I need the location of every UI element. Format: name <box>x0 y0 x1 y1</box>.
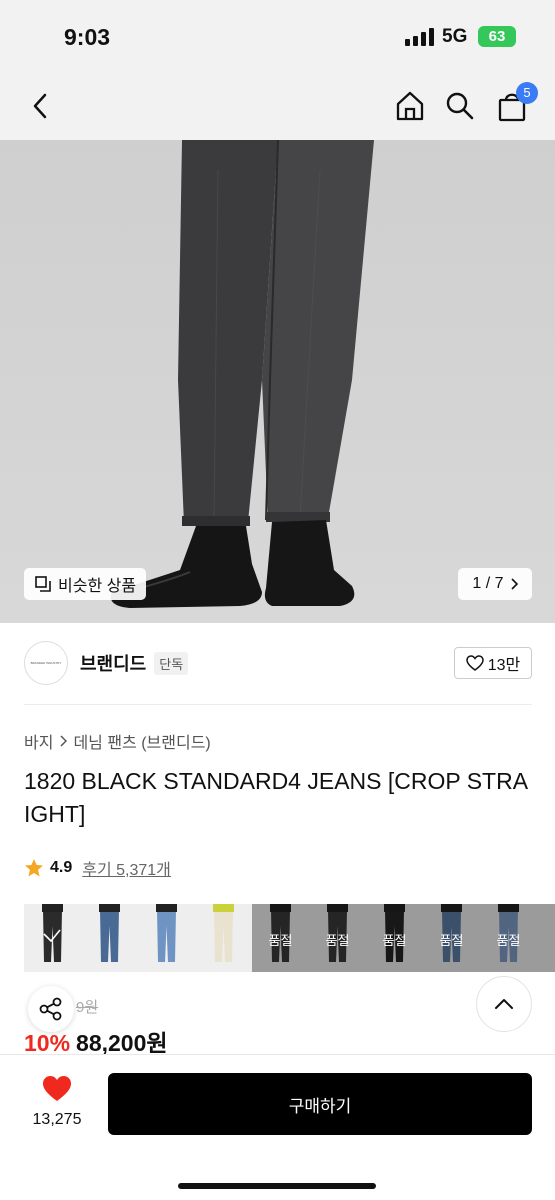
sale-price: 88,200원 <box>76 1030 168 1056</box>
exclusive-badge: 단독 <box>154 651 189 675</box>
price-area: 9원 10% 88,200원 <box>24 976 532 1056</box>
search-button[interactable] <box>440 86 480 126</box>
breadcrumb: 바지 데님 팬츠 (브랜디드) <box>24 729 211 753</box>
wishlist-count: 13,275 <box>32 1111 82 1128</box>
cart-button[interactable]: 5 <box>492 82 538 126</box>
soldout-label: 품절 <box>496 933 521 948</box>
soldout-label: 품절 <box>325 933 350 948</box>
color-variant-thumb[interactable] <box>81 904 138 972</box>
soldout-label: 품절 <box>439 933 464 948</box>
image-pager-count: 1 / 7 <box>472 575 504 592</box>
variant-photo <box>195 904 252 972</box>
product-title: 1820 BLACK STANDARD4 JEANS [CROP STRAIGH… <box>24 768 529 827</box>
search-icon <box>446 92 474 120</box>
battery-level: 63 <box>488 28 506 45</box>
discount-rate: 10% <box>24 1030 71 1056</box>
brand-logo-text: BRANDED INDUSTRY <box>30 661 62 665</box>
buy-button-label: 구매하기 <box>288 1096 352 1116</box>
product-photo-jeans <box>0 140 555 623</box>
color-variant-thumb[interactable]: 품절 <box>252 904 309 972</box>
check-icon <box>43 929 61 943</box>
soldout-label: 품절 <box>382 933 407 948</box>
share-icon <box>39 997 62 1021</box>
variant-photo <box>81 904 138 972</box>
home-icon <box>396 91 424 121</box>
similar-products-label: 비슷한 상품 <box>58 578 137 595</box>
soldout-label: 품 <box>537 930 555 949</box>
divider <box>24 704 532 705</box>
cellular-signal-icon <box>405 28 435 46</box>
network-type: 5G <box>442 26 468 47</box>
product-image-carousel[interactable]: 비슷한 상품 1 / 7 <box>0 140 555 623</box>
heart-outline-icon <box>465 655 484 671</box>
color-variant-thumb[interactable]: 품절 <box>423 904 480 972</box>
chevron-right-icon <box>60 735 68 747</box>
scroll-to-top-button[interactable] <box>476 976 532 1032</box>
similar-items-icon <box>35 576 51 592</box>
brand-logo[interactable]: BRANDED INDUSTRY <box>24 641 68 685</box>
color-variant-list: 품절 품절 품절 품절 품절 품 <box>24 904 555 972</box>
color-variant-thumb[interactable] <box>138 904 195 972</box>
sale-price-row: 10% 88,200원 <box>24 1024 168 1058</box>
breadcrumb-subcategory[interactable]: 데님 팬츠 (브랜디드) <box>73 729 210 753</box>
brand-row[interactable]: BRANDED INDUSTRY 브랜디드 단독 13만 <box>24 640 532 686</box>
rating-value: 4.9 <box>50 859 73 876</box>
back-button[interactable] <box>20 86 60 126</box>
home-indicator <box>178 1183 376 1189</box>
top-nav-bar: 5 <box>0 72 555 140</box>
home-button[interactable] <box>390 86 430 126</box>
original-price: 9원 <box>76 999 99 1016</box>
battery-icon: 63 <box>478 26 516 47</box>
bottom-action-bar: 13,275 구매하기 <box>0 1054 555 1200</box>
wishlist-button[interactable]: 13,275 <box>26 1075 88 1129</box>
chevron-right-icon <box>510 578 518 590</box>
star-icon <box>25 859 43 877</box>
status-time: 9:03 <box>64 24 111 50</box>
similar-products-button[interactable]: 비슷한 상품 <box>24 568 147 600</box>
review-count-link[interactable]: 후기 5,371개 <box>82 856 171 880</box>
color-variant-thumb[interactable]: 품절 <box>480 904 537 972</box>
color-variant-thumb[interactable] <box>24 904 81 972</box>
chevron-left-icon <box>33 93 47 119</box>
brand-like-count: 13만 <box>487 657 521 674</box>
chevron-up-icon <box>495 999 513 1009</box>
brand-name[interactable]: 브랜디드 <box>80 650 146 676</box>
brand-like-button[interactable]: 13만 <box>454 647 532 679</box>
cart-count-badge: 5 <box>516 82 538 104</box>
color-variant-thumb[interactable]: 품 <box>537 904 555 972</box>
soldout-label: 품절 <box>268 933 293 948</box>
color-variant-thumb[interactable]: 품절 <box>309 904 366 972</box>
status-bar: 9:03 5G 63 <box>0 0 555 72</box>
color-variant-thumb[interactable] <box>195 904 252 972</box>
color-variant-thumb[interactable]: 품절 <box>366 904 423 972</box>
breadcrumb-category[interactable]: 바지 <box>24 729 53 753</box>
buy-button[interactable]: 구매하기 <box>108 1073 532 1135</box>
variant-photo <box>138 904 195 972</box>
rating-row: 4.9 후기 5,371개 <box>24 856 171 880</box>
image-pager[interactable]: 1 / 7 <box>458 568 532 600</box>
heart-filled-icon <box>43 1076 71 1101</box>
